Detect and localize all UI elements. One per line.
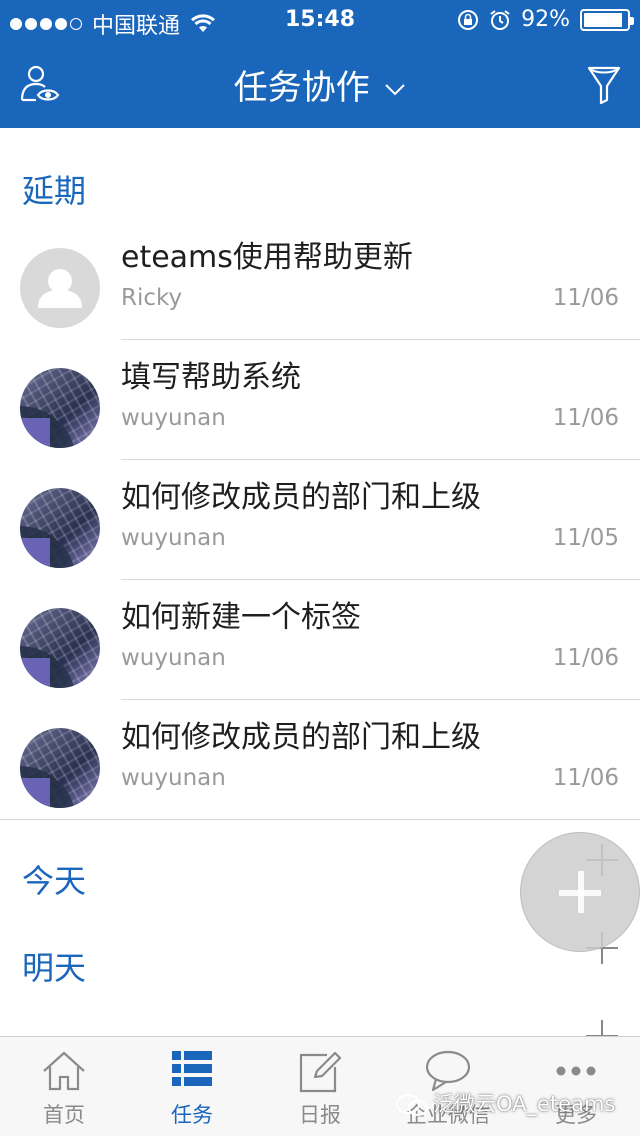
task-item[interactable]: 填写帮助系统 wuyunan 11/06 (0, 340, 640, 460)
title-dropdown[interactable]: 任务协作 (0, 60, 640, 109)
task-author: Ricky (121, 285, 183, 311)
task-date: 11/06 (552, 765, 619, 791)
task-title: 如何修改成员的部门和上级 (121, 480, 481, 515)
task-date: 11/06 (552, 645, 619, 671)
default-avatar-icon (38, 269, 82, 308)
filter-funnel-icon[interactable] (586, 62, 622, 106)
wechat-logo-icon (396, 1094, 428, 1116)
tab-label: 首页 (43, 1103, 85, 1127)
task-author: wuyunan (121, 765, 226, 791)
status-bar: 中国联通 15:48 92% (0, 0, 640, 40)
chevron-down-icon (385, 83, 406, 95)
task-title: 如何新建一个标签 (121, 600, 361, 635)
edit-note-icon (299, 1051, 342, 1093)
tab-bar: 首页 任务 日报 企业微信 更多 (0, 1036, 640, 1136)
watermark: 泛微云OA_eteams (395, 1088, 615, 1118)
task-title: 填写帮助系统 (121, 360, 301, 395)
task-title: 如何修改成员的部门和上级 (121, 720, 481, 755)
avatar (20, 608, 100, 688)
avatar (20, 368, 100, 448)
add-next-plus-icon[interactable] (586, 1020, 618, 1036)
more-dots-icon (556, 1066, 596, 1076)
task-date: 11/05 (552, 525, 619, 551)
navigation-bar: 任务协作 (0, 40, 640, 128)
divider (0, 819, 640, 820)
floating-add-button[interactable] (520, 832, 640, 952)
task-date: 11/06 (552, 285, 619, 311)
tab-label: 任务 (171, 1103, 213, 1127)
tab-enterprise-wechat[interactable]: 企业微信 (384, 1037, 512, 1136)
avatar (20, 248, 100, 328)
task-item[interactable]: 如何修改成员的部门和上级 wuyunan 11/05 (0, 460, 640, 580)
tab-label: 日报 (299, 1103, 341, 1127)
page-title: 任务协作 (233, 68, 370, 108)
avatar (20, 728, 100, 808)
task-author: wuyunan (121, 645, 226, 671)
section-today: 今天 (22, 862, 87, 900)
tab-daily-report[interactable]: 日报 (256, 1037, 384, 1136)
task-item[interactable]: 如何修改成员的部门和上级 wuyunan 11/06 (0, 700, 640, 820)
rotation-lock-icon (458, 9, 479, 30)
task-item[interactable]: eteams使用帮助更新 Ricky 11/06 (0, 220, 640, 340)
avatar (20, 488, 100, 568)
task-author: wuyunan (121, 405, 226, 431)
tab-tasks[interactable]: 任务 (128, 1037, 256, 1136)
battery-icon (580, 8, 634, 31)
section-overdue: 延期 (22, 172, 87, 210)
tab-home[interactable]: 首页 (0, 1037, 128, 1136)
task-date: 11/06 (552, 405, 619, 431)
home-icon (43, 1051, 85, 1091)
watermark-text: 泛微云OA_eteams (433, 1092, 616, 1116)
task-item[interactable]: 如何新建一个标签 wuyunan 11/06 (0, 580, 640, 700)
battery-percent: 92% (521, 7, 570, 32)
task-author: wuyunan (121, 525, 226, 551)
section-tomorrow: 明天 (22, 949, 87, 987)
chat-bubble-icon (425, 1050, 471, 1092)
task-title: eteams使用帮助更新 (121, 240, 413, 275)
alarm-icon (490, 9, 510, 30)
tab-more[interactable]: 更多 (512, 1037, 640, 1136)
task-list-icon (172, 1051, 212, 1086)
